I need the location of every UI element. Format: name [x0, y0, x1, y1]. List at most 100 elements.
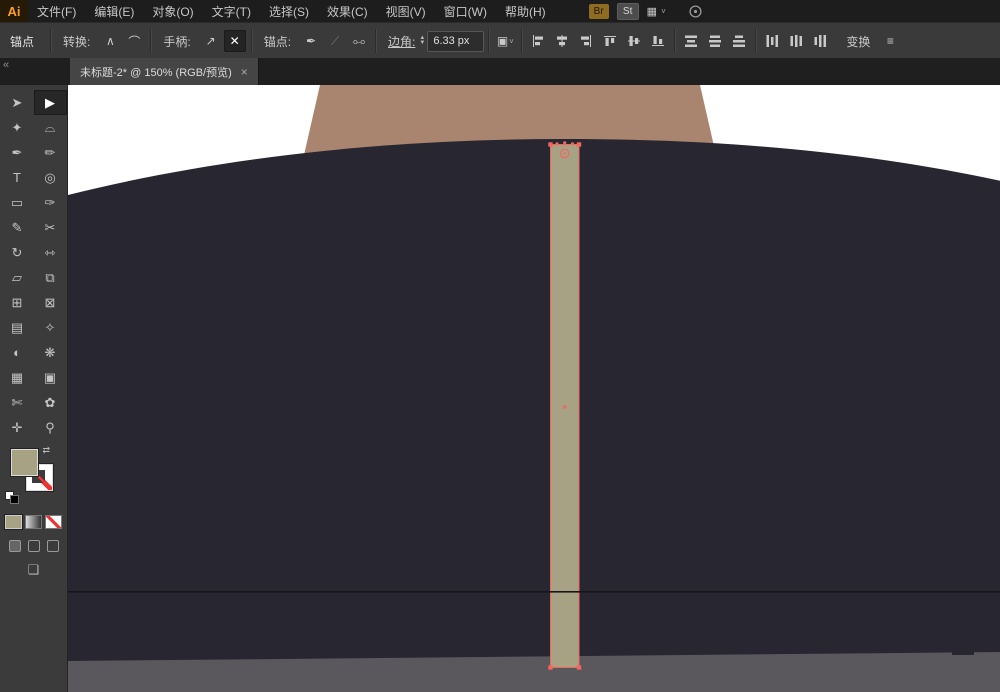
draw-inside-button[interactable]: [46, 540, 59, 552]
isolate-object-button[interactable]: ▣ ˅: [494, 30, 516, 52]
none-button[interactable]: [45, 515, 62, 529]
hide-handles-button[interactable]: ✕: [223, 30, 246, 52]
tool-perspective-grid[interactable]: ⊞: [1, 290, 34, 315]
context-label: 锚点: [10, 34, 35, 49]
tool-width[interactable]: ⇿: [34, 240, 67, 265]
menu-window[interactable]: 窗口(W): [435, 0, 496, 22]
corner-stepper[interactable]: ▲ ▼: [419, 35, 425, 46]
tool-shaper[interactable]: ✿: [34, 390, 67, 415]
close-tab-icon[interactable]: ×: [241, 65, 248, 79]
tool-slice[interactable]: ✄: [1, 390, 34, 415]
convert-to-corner-button[interactable]: ∧: [99, 30, 121, 52]
coat-shape[interactable]: [68, 139, 1000, 692]
cut-path-button[interactable]: ⟋: [324, 30, 346, 52]
object-center-point[interactable]: [562, 405, 567, 409]
corner-mark-shape[interactable]: [952, 645, 974, 655]
menu-help[interactable]: 帮助(H): [496, 0, 555, 22]
anchor-bottom-right[interactable]: [576, 665, 582, 670]
stock-button[interactable]: St: [616, 2, 639, 20]
collapse-toolbar-button[interactable]: «: [3, 60, 9, 71]
anchor-dot[interactable]: [570, 142, 575, 146]
tool-symbol-sprayer[interactable]: ❋: [34, 340, 67, 365]
artboard-canvas[interactable]: [68, 85, 1000, 692]
align-top-button[interactable]: [599, 30, 621, 52]
panel-menu-button[interactable]: ≡: [879, 30, 901, 52]
separator: [375, 29, 377, 53]
tool-type[interactable]: T: [1, 165, 34, 190]
corner-radius-input[interactable]: 6.33 px: [427, 30, 485, 52]
menu-file[interactable]: 文件(F): [28, 0, 85, 22]
default-fill-stroke-icon[interactable]: [4, 491, 19, 504]
tool-artboard[interactable]: ▣: [34, 365, 67, 390]
menu-object[interactable]: 对象(O): [143, 0, 202, 22]
anchor-top-left[interactable]: [548, 142, 553, 147]
tool-rectangle[interactable]: ▭: [1, 190, 34, 215]
document-tab[interactable]: 未标题-2* @ 150% (RGB/预览) ×: [70, 58, 259, 85]
tool-column-graph[interactable]: ▦: [1, 365, 34, 390]
tool-magic-wand[interactable]: ✦: [1, 115, 34, 140]
menu-type[interactable]: 文字(T): [203, 0, 260, 22]
document-tab-bar: « 未标题-2* @ 150% (RGB/预览) ×: [0, 58, 1000, 85]
tool-selection[interactable]: ➤: [1, 90, 34, 115]
menu-select[interactable]: 选择(S): [260, 0, 318, 22]
align-right-button[interactable]: [575, 30, 597, 52]
menu-effect[interactable]: 效果(C): [318, 0, 377, 22]
align-vertical-center-button[interactable]: [623, 30, 645, 52]
tool-paintbrush[interactable]: ✑: [34, 190, 67, 215]
draw-behind-button[interactable]: [27, 540, 40, 552]
align-horizontal-center-button[interactable]: [551, 30, 573, 52]
tool-lasso[interactable]: ⌓: [34, 115, 67, 140]
bridge-button[interactable]: Br: [588, 3, 609, 19]
share-screen-icon[interactable]: [688, 4, 703, 19]
tool-curvature[interactable]: ✏: [34, 140, 67, 165]
distribute-left-button[interactable]: [761, 30, 783, 52]
tool-rotate[interactable]: ↻: [1, 240, 34, 265]
anchor-dot[interactable]: [563, 141, 567, 145]
tool-gradient[interactable]: ▤: [1, 315, 34, 340]
draw-normal-button[interactable]: [8, 540, 21, 552]
distribute-vertical-center-button[interactable]: [704, 30, 726, 52]
screen-mode-button[interactable]: ❏: [0, 562, 67, 578]
swap-fill-stroke-icon[interactable]: ⇄: [43, 445, 51, 456]
toolbar-header: «: [0, 58, 70, 85]
convert-to-smooth-button[interactable]: ⌒: [123, 30, 145, 52]
handles-label: 手柄:: [163, 34, 191, 49]
show-handles-button[interactable]: ↗: [200, 30, 222, 52]
connect-anchors-button[interactable]: ⧟: [348, 30, 370, 52]
color-button[interactable]: [5, 515, 22, 529]
tool-blend[interactable]: ◐: [1, 340, 34, 365]
distribute-top-button[interactable]: [680, 30, 702, 52]
tool-eyedropper[interactable]: ✧: [34, 315, 67, 340]
distribute-right-button[interactable]: [809, 30, 831, 52]
separator: [488, 29, 490, 53]
seam-line-shape[interactable]: [68, 591, 1000, 593]
tool-hand[interactable]: ✛: [1, 415, 34, 440]
stepper-down-icon[interactable]: ▼: [419, 40, 425, 46]
workspace-switcher[interactable]: ▦ ˅: [647, 5, 666, 18]
tool-pencil[interactable]: ✎: [1, 215, 34, 240]
tool-shape-builder[interactable]: ⧉: [34, 265, 67, 290]
anchor-dot[interactable]: [555, 142, 559, 146]
tool-pen[interactable]: ✒: [1, 140, 34, 165]
tool-free-transform[interactable]: ▱: [1, 265, 34, 290]
align-bottom-button[interactable]: [647, 30, 669, 52]
menu-view[interactable]: 视图(V): [377, 0, 435, 22]
distribute-horizontal-center-button[interactable]: [785, 30, 807, 52]
anchor-top-right[interactable]: [576, 142, 582, 147]
fill-color-swatch[interactable]: [10, 449, 38, 476]
corner-link[interactable]: 边角:: [380, 33, 419, 50]
remove-anchor-button[interactable]: ✒: [300, 30, 322, 52]
tool-line-segment[interactable]: ◎: [34, 165, 67, 190]
tool-zoom[interactable]: ⚲: [34, 415, 67, 440]
tool-scissors[interactable]: ✂: [34, 215, 67, 240]
align-left-button[interactable]: [527, 30, 549, 52]
distribute-bottom-button[interactable]: [728, 30, 750, 52]
menu-edit[interactable]: 编辑(E): [85, 0, 143, 22]
anchor-bottom-left[interactable]: [548, 665, 553, 670]
tool-direct-selection[interactable]: ▶: [33, 90, 67, 115]
chevron-down-icon: ˅: [509, 36, 514, 46]
tool-mesh[interactable]: ⊠: [34, 290, 67, 315]
transform-link[interactable]: 变换: [838, 33, 878, 50]
gradient-button[interactable]: [25, 515, 42, 529]
convert-corner-icon: ∧: [105, 34, 115, 48]
